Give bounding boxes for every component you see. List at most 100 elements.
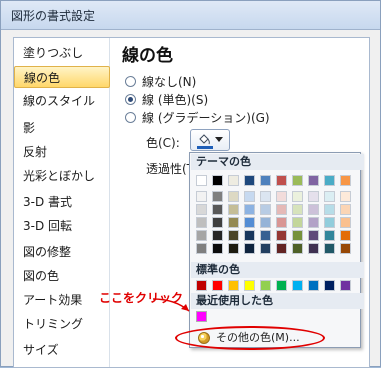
sidebar-item-glow[interactable]: 光彩とぼかし: [14, 165, 110, 187]
theme-shade-swatch[interactable]: [308, 191, 319, 202]
standard-color-swatch[interactable]: [260, 280, 271, 291]
theme-shade-swatch[interactable]: [276, 230, 287, 241]
theme-shade-swatch[interactable]: [260, 243, 271, 254]
color-wheel-icon: [198, 332, 210, 344]
sidebar-item-fill[interactable]: 塗りつぶし: [14, 42, 110, 64]
standard-color-swatch[interactable]: [196, 280, 207, 291]
theme-shade-swatch[interactable]: [228, 191, 239, 202]
sidebar-item-artistic-effects[interactable]: アート効果: [14, 289, 110, 311]
standard-color-swatch[interactable]: [292, 280, 303, 291]
radio-button[interactable]: [125, 111, 136, 123]
theme-shade-swatch[interactable]: [212, 243, 223, 254]
theme-shade-swatch[interactable]: [276, 217, 287, 228]
theme-shade-swatch[interactable]: [196, 191, 207, 202]
theme-color-swatch[interactable]: [196, 175, 207, 186]
theme-shade-swatch[interactable]: [340, 230, 351, 241]
sidebar-item-picture-color[interactable]: 図の色: [14, 265, 110, 287]
theme-color-swatch[interactable]: [260, 175, 271, 186]
theme-shade-swatch[interactable]: [228, 230, 239, 241]
theme-shade-swatch[interactable]: [244, 191, 255, 202]
theme-shade-swatch[interactable]: [196, 217, 207, 228]
theme-shade-swatch[interactable]: [276, 204, 287, 215]
sidebar-item-shadow[interactable]: 影: [14, 117, 110, 139]
theme-shade-swatch[interactable]: [340, 204, 351, 215]
theme-shade-swatch[interactable]: [228, 204, 239, 215]
radio-label: 線なし(N): [142, 74, 197, 89]
sidebar-item-picture-corrections[interactable]: 図の修整: [14, 241, 110, 263]
theme-shade-swatch[interactable]: [292, 204, 303, 215]
current-color-swatch: [197, 146, 213, 149]
theme-shade-swatch[interactable]: [324, 243, 335, 254]
theme-shade-swatch[interactable]: [292, 243, 303, 254]
title-bar: 図形の書式設定: [1, 1, 380, 30]
theme-shade-swatch[interactable]: [244, 217, 255, 228]
theme-color-swatch[interactable]: [324, 175, 335, 186]
sidebar-item-3d-rotation[interactable]: 3-D 回転: [14, 215, 110, 237]
theme-color-swatch[interactable]: [212, 175, 223, 186]
radio-no-line[interactable]: 線なし(N): [125, 73, 196, 89]
sidebar-item-line-style[interactable]: 線のスタイル: [14, 90, 110, 112]
theme-shade-swatch[interactable]: [324, 217, 335, 228]
theme-shade-swatch[interactable]: [308, 243, 319, 254]
chevron-down-icon: [215, 137, 223, 142]
theme-shade-swatch[interactable]: [244, 204, 255, 215]
line-color-dropdown-button[interactable]: [190, 129, 230, 151]
theme-shade-swatch[interactable]: [340, 217, 351, 228]
theme-shade-swatch[interactable]: [308, 230, 319, 241]
radio-button[interactable]: [125, 93, 136, 105]
theme-shade-swatch[interactable]: [212, 191, 223, 202]
recent-color-swatch[interactable]: [196, 311, 207, 322]
radio-solid-line[interactable]: 線 (単色)(S): [125, 91, 208, 107]
standard-color-swatch[interactable]: [276, 280, 287, 291]
theme-shade-swatch[interactable]: [244, 230, 255, 241]
standard-color-swatch[interactable]: [340, 280, 351, 291]
standard-color-row: [196, 280, 356, 292]
sidebar-item-size[interactable]: サイズ: [14, 339, 110, 361]
more-colors-label: その他の色(M)...: [216, 331, 300, 344]
standard-color-swatch[interactable]: [212, 280, 223, 291]
theme-shade-swatch[interactable]: [228, 217, 239, 228]
section-title: 線の色: [122, 46, 173, 66]
theme-shade-swatch[interactable]: [308, 204, 319, 215]
theme-shade-swatch[interactable]: [340, 243, 351, 254]
theme-shade-swatch[interactable]: [260, 217, 271, 228]
sidebar-item-line-color[interactable]: 線の色: [14, 66, 110, 88]
theme-color-swatch[interactable]: [308, 175, 319, 186]
radio-button[interactable]: [125, 75, 136, 87]
more-colors-menu-item[interactable]: その他の色(M)...: [191, 329, 359, 347]
standard-color-swatch[interactable]: [244, 280, 255, 291]
theme-shade-swatch[interactable]: [196, 243, 207, 254]
theme-shade-swatch[interactable]: [260, 191, 271, 202]
theme-shade-swatch[interactable]: [292, 191, 303, 202]
theme-shade-swatch[interactable]: [324, 191, 335, 202]
radio-gradient-line[interactable]: 線 (グラデーション)(G): [125, 109, 270, 125]
theme-shade-swatch[interactable]: [212, 217, 223, 228]
theme-shade-swatch[interactable]: [196, 230, 207, 241]
theme-shade-swatch[interactable]: [228, 243, 239, 254]
theme-shade-swatch[interactable]: [340, 191, 351, 202]
theme-shade-swatch[interactable]: [324, 230, 335, 241]
theme-color-swatch[interactable]: [340, 175, 351, 186]
theme-color-swatch[interactable]: [292, 175, 303, 186]
theme-color-swatch[interactable]: [276, 175, 287, 186]
standard-color-swatch[interactable]: [308, 280, 319, 291]
theme-shade-swatch[interactable]: [276, 243, 287, 254]
theme-shade-swatch[interactable]: [212, 204, 223, 215]
sidebar-item-crop[interactable]: トリミング: [14, 313, 110, 335]
theme-color-swatch[interactable]: [228, 175, 239, 186]
theme-shade-swatch[interactable]: [260, 204, 271, 215]
theme-shade-swatch[interactable]: [292, 230, 303, 241]
theme-shade-swatch[interactable]: [324, 204, 335, 215]
theme-color-swatch[interactable]: [244, 175, 255, 186]
theme-shade-swatch[interactable]: [212, 230, 223, 241]
standard-color-swatch[interactable]: [324, 280, 335, 291]
theme-shade-swatch[interactable]: [260, 230, 271, 241]
theme-shade-swatch[interactable]: [276, 191, 287, 202]
theme-shade-swatch[interactable]: [292, 217, 303, 228]
sidebar-item-3d-format[interactable]: 3-D 書式: [14, 191, 110, 213]
theme-shade-swatch[interactable]: [308, 217, 319, 228]
theme-shade-swatch[interactable]: [196, 204, 207, 215]
theme-shade-swatch[interactable]: [244, 243, 255, 254]
sidebar-item-reflection[interactable]: 反射: [14, 141, 110, 163]
standard-color-swatch[interactable]: [228, 280, 239, 291]
